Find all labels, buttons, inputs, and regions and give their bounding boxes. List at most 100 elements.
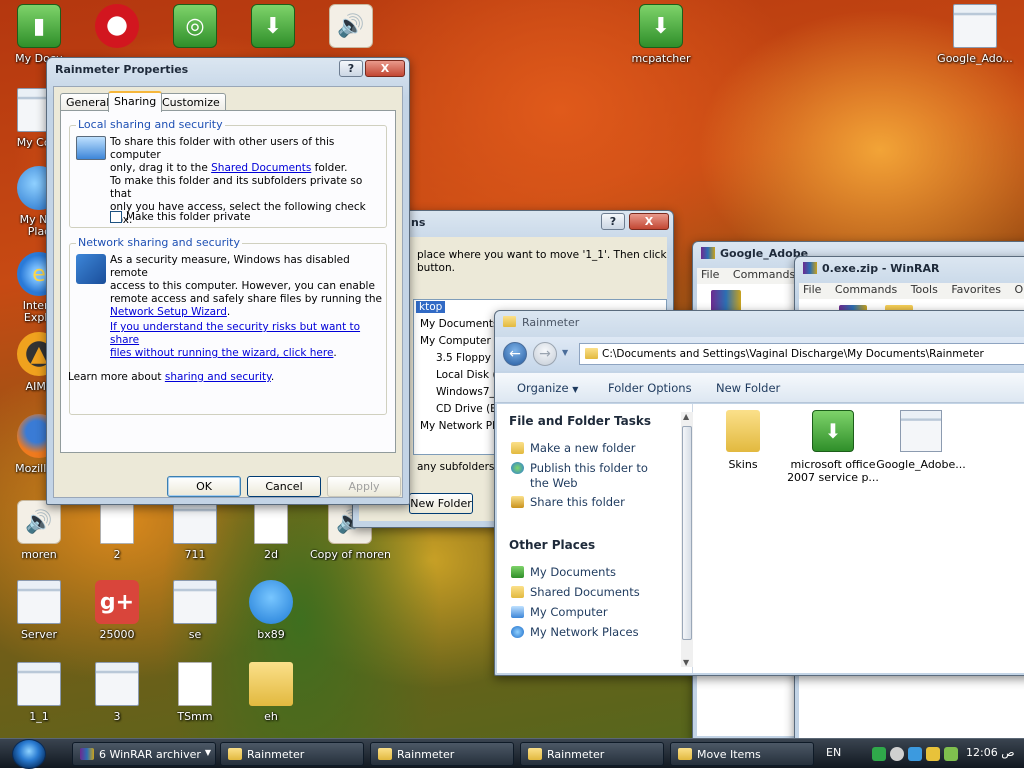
make-private-label[interactable]: Make this folder private [126, 211, 250, 224]
cancel-button[interactable]: Cancel [247, 476, 321, 497]
desktop-icon-2d[interactable]: 2d [232, 500, 310, 561]
tab-sharing[interactable]: Sharing [108, 91, 163, 112]
taskbar-item-rainmeter-1[interactable]: Rainmeter [220, 742, 364, 766]
share-without-wizard-link[interactable]: If you understand the security risks but… [110, 321, 386, 347]
desktop-icon-tsmm[interactable]: TSmm [156, 662, 234, 723]
shared-documents-link[interactable]: Shared Documents [211, 162, 311, 174]
new-folder-button[interactable]: New Folder [716, 381, 780, 395]
computer-icon [511, 606, 524, 618]
desktop-icon-711[interactable]: 711 [156, 500, 234, 561]
help-button[interactable]: ? [601, 213, 625, 230]
file-item-google-adobe[interactable]: Google_Adobe... [875, 410, 967, 471]
desktop-icon-1-1[interactable]: 1_1 [0, 662, 78, 723]
place-shared-documents[interactable]: Shared Documents [511, 585, 640, 599]
desktop-icon-mcpatcher[interactable]: ⬇ mcpatcher [622, 4, 700, 65]
winrar-titlebar[interactable]: 0.exe.zip - WinRAR [795, 257, 1024, 281]
scroll-thumb[interactable] [682, 426, 692, 640]
network-computers-icon [76, 254, 106, 284]
desktop-icon-25000[interactable]: g+ 25000 [78, 580, 156, 641]
desktop-icon-2[interactable]: 2 [78, 500, 156, 561]
folder-icon [228, 748, 242, 760]
close-button[interactable]: X [629, 213, 669, 230]
task-publish-web[interactable]: Publish this folder to [511, 461, 648, 475]
file-item-skins[interactable]: Skins [697, 410, 789, 471]
task-pane-scrollbar[interactable]: ▲ ▼ [681, 412, 693, 667]
share-without-wizard-link-2[interactable]: files without running the wizard, click … [110, 347, 333, 359]
desktop-icon-opera[interactable] [78, 4, 156, 52]
desktop-icon-speaker[interactable]: 🔊 [312, 4, 390, 52]
text-line: To make this folder and its subfolders p… [110, 175, 363, 200]
organize-button[interactable]: Organize ▼ [517, 381, 578, 395]
tree-item-cd-drive[interactable]: CD Drive (E: [436, 403, 500, 415]
new-folder-button[interactable]: New Folder [409, 493, 473, 514]
menu-favorites[interactable]: Favorites [951, 283, 1001, 296]
blue-bird-icon [249, 580, 293, 624]
address-input[interactable]: C:\Documents and Settings\Vaginal Discha… [579, 343, 1024, 365]
sharing-tab-panel: Local sharing and security To share this… [60, 110, 396, 453]
place-my-network-places[interactable]: My Network Places [511, 625, 639, 639]
place-my-documents[interactable]: My Documents [511, 565, 616, 579]
desktop-icon-google-adobe[interactable]: Google_Ado... [936, 4, 1014, 65]
place-my-computer[interactable]: My Computer [511, 605, 608, 619]
scroll-down-icon[interactable]: ▼ [683, 658, 689, 667]
clock[interactable]: 12:06 ص [966, 746, 1015, 759]
folder-options-button[interactable]: Folder Options [608, 381, 692, 395]
explorer-window-rainmeter[interactable]: Rainmeter ← → ▼ C:\Documents and Setting… [494, 310, 1024, 676]
menu-commands[interactable]: Commands [835, 283, 897, 296]
skype-tray-icon[interactable] [926, 747, 940, 761]
desktop-icon-my-documents[interactable]: ▮ My Docu [0, 4, 78, 65]
desktop-icon-se[interactable]: se [156, 580, 234, 641]
tree-item-my-documents[interactable]: My Documents [420, 318, 498, 330]
tree-item-my-computer[interactable]: My Computer [420, 335, 491, 347]
menu-options[interactable]: Options [1015, 283, 1024, 296]
network-setup-wizard-link[interactable]: Network Setup Wizard [110, 306, 227, 318]
rainmeter-properties-dialog[interactable]: Rainmeter Properties ? X General Sharing… [46, 57, 410, 505]
tab-customize[interactable]: Customize [156, 93, 226, 111]
start-button[interactable] [12, 739, 46, 769]
taskbar-item-move-items[interactable]: Move Items [670, 742, 814, 766]
local-sharing-text: To share this folder with other users of… [110, 136, 386, 175]
scroll-up-icon[interactable]: ▲ [683, 412, 689, 421]
desktop-icon-cd-installer[interactable]: ◎ [156, 4, 234, 52]
language-indicator[interactable]: EN [826, 746, 841, 759]
taskbar-label: Move Items [697, 748, 761, 761]
tree-item-floppy[interactable]: 3.5 Floppy ( [436, 352, 498, 364]
window-icon [95, 662, 139, 706]
tree-item-desktop[interactable]: ktop [416, 301, 446, 313]
desktop-icon-server[interactable]: Server [0, 580, 78, 641]
explorer-titlebar[interactable]: Rainmeter [495, 311, 1024, 335]
taskbar-item-rainmeter-2[interactable]: Rainmeter [370, 742, 514, 766]
taskbar-item-rainmeter-3[interactable]: Rainmeter [520, 742, 664, 766]
back-button[interactable]: ← [503, 342, 527, 366]
menu-commands[interactable]: Commands [733, 268, 795, 281]
ok-button[interactable]: OK [167, 476, 241, 497]
desktop-icon-3[interactable]: 3 [78, 662, 156, 723]
chevron-down-icon[interactable]: ▼ [562, 348, 568, 357]
menu-file[interactable]: File [803, 283, 821, 296]
taskbar-item-winrar[interactable]: 6 WinRAR archiver ▼ [72, 742, 216, 766]
desktop-icon-moren[interactable]: 🔊 moren [0, 500, 78, 561]
users-tray-icon[interactable] [944, 747, 958, 761]
properties-body: General Sharing Customize Local sharing … [53, 86, 403, 498]
menu-file[interactable]: File [701, 268, 719, 281]
task-publish-web-cont[interactable]: the Web [530, 476, 578, 490]
help-button[interactable]: ? [339, 60, 363, 77]
desktop-icon-package[interactable]: ⬇ [234, 4, 312, 52]
apply-button[interactable]: Apply [327, 476, 401, 497]
winrar-add-icon[interactable] [711, 290, 741, 312]
file-item-office-service-pack[interactable]: ⬇ microsoft office 2007 service p... [787, 410, 879, 484]
task-make-new-folder[interactable]: Make a new folder [511, 441, 635, 455]
security-tray-icon[interactable] [908, 747, 922, 761]
tree-item-windows7[interactable]: Windows7_3 [436, 386, 501, 398]
volume-tray-icon[interactable] [890, 747, 904, 761]
chevron-down-icon: ▼ [204, 748, 211, 757]
task-share-folder[interactable]: Share this folder [511, 495, 625, 509]
desktop-icon-eh[interactable]: eh [232, 662, 310, 723]
sharing-and-security-link[interactable]: sharing and security [165, 371, 271, 383]
menu-tools[interactable]: Tools [911, 283, 938, 296]
forward-button[interactable]: → [533, 342, 557, 366]
network-tray-icon[interactable] [872, 747, 886, 761]
make-private-checkbox[interactable] [110, 211, 122, 223]
desktop-icon-bx89[interactable]: bx89 [232, 580, 310, 641]
close-button[interactable]: X [365, 60, 405, 77]
